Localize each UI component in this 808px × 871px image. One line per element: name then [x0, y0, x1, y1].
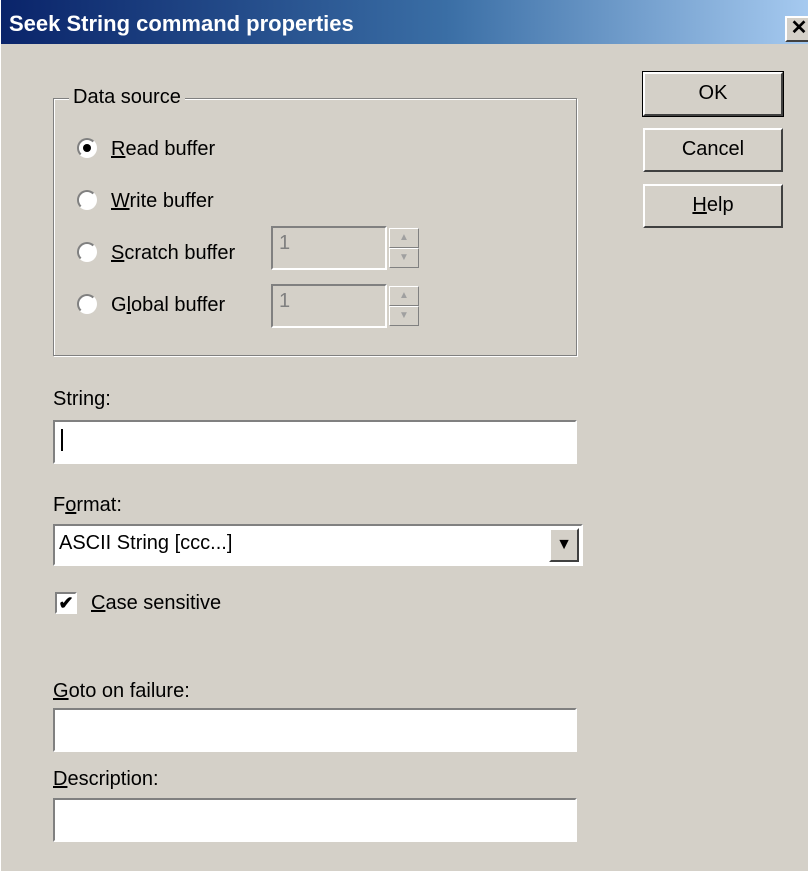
cancel-button[interactable]: Cancel — [643, 128, 783, 172]
global-buffer-radio[interactable] — [77, 294, 97, 314]
global-buffer-spinner[interactable]: ▲ ▼ — [389, 286, 419, 328]
spin-up-icon[interactable]: ▲ — [389, 228, 419, 248]
case-sensitive-label[interactable]: Case sensitive — [91, 592, 221, 615]
data-source-legend: Data source — [69, 86, 185, 109]
scratch-buffer-number-input[interactable]: 1 — [271, 226, 387, 270]
format-label: Format: — [53, 494, 122, 516]
read-buffer-radio[interactable] — [77, 138, 97, 158]
format-selected-value: ASCII String [ccc...] — [59, 532, 233, 554]
title-bar: Seek String command properties ✕ — [1, 0, 808, 44]
format-select[interactable]: ASCII String [ccc...] ▼ — [53, 524, 583, 566]
goto-on-failure-label: Goto on failure: — [53, 680, 190, 702]
scratch-buffer-label[interactable]: Scratch buffer — [111, 242, 235, 265]
spin-down-icon[interactable]: ▼ — [389, 248, 419, 268]
spin-up-icon[interactable]: ▲ — [389, 286, 419, 306]
string-input[interactable] — [53, 420, 577, 464]
ok-button[interactable]: OK — [642, 71, 784, 117]
close-icon: ✕ — [790, 17, 808, 39]
write-buffer-label[interactable]: Write buffer — [111, 190, 214, 213]
write-buffer-radio[interactable] — [77, 190, 97, 210]
string-label: String: — [53, 388, 111, 410]
description-input[interactable] — [53, 798, 577, 842]
read-buffer-label[interactable]: Read buffer — [111, 138, 215, 161]
seek-string-dialog: Seek String command properties ✕ Data so… — [0, 0, 808, 871]
chevron-down-icon[interactable]: ▼ — [549, 528, 579, 562]
global-buffer-number-input[interactable]: 1 — [271, 284, 387, 328]
goto-on-failure-input[interactable] — [53, 708, 577, 752]
close-button[interactable]: ✕ — [785, 16, 808, 42]
description-label: Description: — [53, 768, 159, 790]
scratch-buffer-radio[interactable] — [77, 242, 97, 262]
scratch-buffer-spinner[interactable]: ▲ ▼ — [389, 228, 419, 270]
case-sensitive-checkbox[interactable]: ✔ — [55, 592, 77, 614]
help-button[interactable]: Help — [643, 184, 783, 228]
window-title: Seek String command properties — [9, 11, 354, 36]
global-buffer-label[interactable]: Global buffer — [111, 294, 225, 317]
spin-down-icon[interactable]: ▼ — [389, 306, 419, 326]
text-caret — [61, 428, 63, 451]
